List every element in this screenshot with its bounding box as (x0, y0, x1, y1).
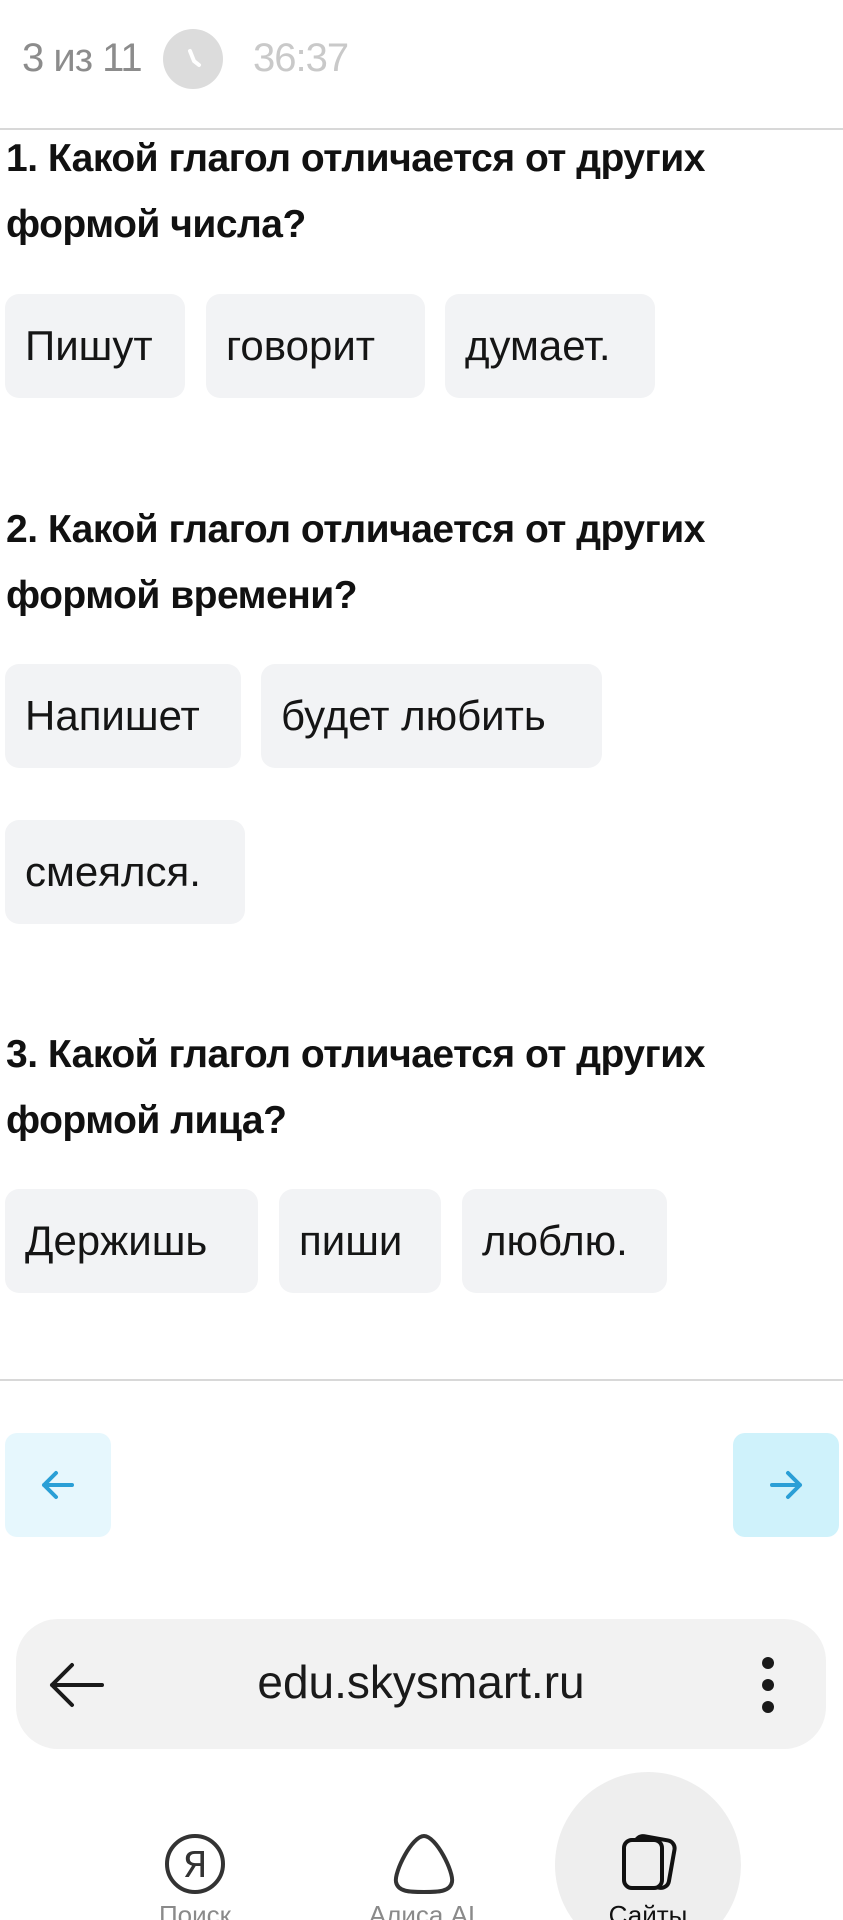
answer-option[interactable]: Пишут (5, 294, 185, 398)
tab-sites[interactable]: Сайты (553, 1772, 743, 1920)
answer-option[interactable]: будет любить (261, 664, 602, 768)
timer: 36:37 (253, 36, 349, 80)
answer-option[interactable]: пиши (279, 1189, 441, 1293)
next-question-button[interactable] (733, 1433, 839, 1537)
sites-cards-icon (622, 1834, 677, 1890)
browser-menu-button[interactable] (758, 1657, 778, 1718)
tab-sites-label: Сайты (608, 1900, 688, 1920)
page: 3 из 11 36:37 1. Какой глагол отличается… (0, 0, 843, 1920)
more-vertical-icon (762, 1657, 774, 1713)
question-2-line-1: 2. Какой глагол отличается от других (6, 508, 705, 551)
previous-question-button[interactable] (5, 1433, 111, 1537)
url-text: edu.skysmart.ru (257, 1656, 585, 1708)
question-progress: 3 из 11 (22, 36, 143, 80)
tab-alice-label: Алиса AI (368, 1900, 476, 1920)
tab-search-label: Поиск (158, 1900, 232, 1920)
tab-search[interactable]: Я Поиск (100, 1772, 290, 1920)
answer-option[interactable]: думает. (445, 294, 655, 398)
answer-option[interactable]: люблю. (462, 1189, 667, 1293)
arrow-right-icon (770, 1471, 802, 1499)
quiz-header: 3 из 11 36:37 (0, 0, 843, 130)
svg-text:Я: Я (182, 1845, 207, 1886)
question-3-text: 3. Какой глагол отличается от других фор… (6, 1022, 826, 1154)
question-3-line-2: формой лица? (6, 1099, 287, 1142)
answer-option[interactable]: говорит (206, 294, 425, 398)
browser-url-bar[interactable]: edu.skysmart.ru (16, 1619, 826, 1749)
arrow-left-icon (42, 1471, 74, 1499)
alice-icon (393, 1834, 455, 1894)
question-1-line-1: 1. Какой глагол отличается от других (6, 137, 705, 180)
question-2-text: 2. Какой глагол отличается от других фор… (6, 497, 826, 629)
question-3-line-1: 3. Какой глагол отличается от других (6, 1033, 705, 1076)
answer-option[interactable]: Напишет (5, 664, 241, 768)
question-2-line-2: формой времени? (6, 574, 358, 617)
divider (0, 1379, 843, 1381)
answer-option[interactable]: смеялся. (5, 820, 245, 924)
question-1-text: 1. Какой глагол отличается от других фор… (6, 126, 826, 258)
question-1-line-2: формой числа? (6, 203, 306, 246)
tab-alice[interactable]: Алиса AI (327, 1772, 517, 1920)
clock-icon (163, 29, 223, 89)
yandex-search-icon: Я (165, 1834, 225, 1894)
answer-option[interactable]: Держишь (5, 1189, 258, 1293)
